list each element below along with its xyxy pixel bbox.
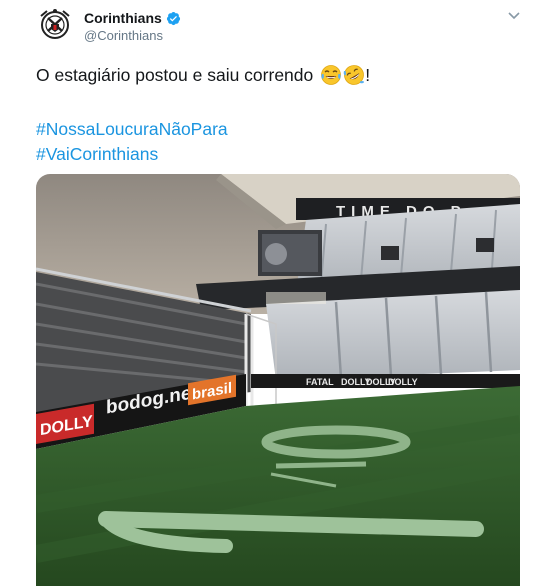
tweet-text-suffix: !	[365, 65, 371, 85]
ad-board-dolly-4: DOLLY	[388, 377, 418, 387]
author-handle[interactable]: @Corinthians	[84, 28, 163, 43]
author-display-name[interactable]: Corinthians	[84, 10, 162, 26]
hashtag-link-vaicorinthians[interactable]: #VaiCorinthians	[36, 143, 158, 165]
tweet-photo[interactable]: TIME DO P DOLLY bodog.net brasil FATAL D…	[36, 174, 520, 586]
hashtag-link-nossaloucuranaopara[interactable]: #NossaLoucuraNãoPara	[36, 118, 228, 140]
ad-board-fatal: FATAL	[306, 377, 334, 387]
rolling-on-the-floor-laughing-icon	[343, 65, 365, 85]
chevron-down-icon[interactable]	[507, 8, 521, 22]
tweet-text-body: O estagiário postou e saiu correndo	[36, 65, 314, 85]
tweet-text: O estagiário postou e saiu correndo !	[36, 64, 370, 86]
author-name-row[interactable]: Corinthians	[84, 10, 181, 26]
verified-badge-icon	[166, 11, 180, 25]
avatar[interactable]	[38, 8, 72, 44]
stadium-photo: TIME DO P DOLLY bodog.net brasil FATAL D…	[36, 174, 520, 586]
face-with-tears-of-joy-icon	[321, 65, 342, 85]
tweet-card: Corinthians @Corinthians O estagiário po…	[0, 0, 540, 586]
corinthians-crest-icon	[40, 9, 70, 39]
